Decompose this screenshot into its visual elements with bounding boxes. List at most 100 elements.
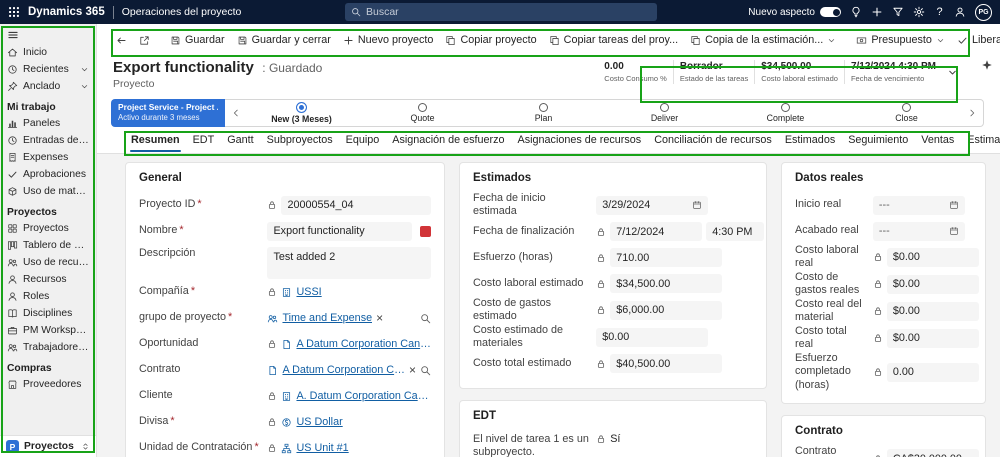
costo-materiales-input[interactable]: $0.00: [596, 327, 709, 347]
area-switcher[interactable]: P Proyectos: [0, 435, 96, 457]
sidebar-item-pm-workspace[interactable]: PM Workspace: [0, 322, 96, 339]
costo-laboral-input[interactable]: $34,500.00: [610, 274, 723, 294]
tab-seguimiento[interactable]: Seguimiento: [847, 128, 909, 152]
global-search[interactable]: [345, 3, 657, 21]
esfuerzo-input[interactable]: 710.00: [610, 248, 723, 268]
descripcion-input[interactable]: Test added 2: [267, 247, 431, 279]
tab-estimaciones-de-gastos[interactable]: Estimaciones de gastos: [966, 128, 1000, 152]
tab-equipo[interactable]: Equipo: [345, 128, 381, 152]
bpf-stage-deliver[interactable]: Deliver: [604, 103, 725, 123]
fecha-inicio-input[interactable]: 3/29/2024: [596, 195, 709, 215]
module-name[interactable]: Operaciones del proyecto: [122, 6, 242, 18]
lightbulb-icon[interactable]: [850, 6, 862, 18]
header-collapse-chevron-icon[interactable]: [947, 67, 958, 78]
save-button[interactable]: Guardar: [165, 30, 230, 50]
cliente-link[interactable]: A. Datum Corporation Canada: [296, 390, 431, 402]
calendar-icon[interactable]: [692, 200, 702, 210]
bpf-next-stage-icon[interactable]: [967, 108, 977, 118]
inicio-real-input[interactable]: ---: [872, 195, 965, 215]
copy-project-button[interactable]: Copiar proyecto: [440, 30, 541, 50]
bpf-stage-complete[interactable]: Complete: [725, 103, 846, 123]
sidebar-item-disciplines[interactable]: Disciplines: [0, 305, 96, 322]
header-field-fecha-vencimiento[interactable]: 7/12/2024 4:30 PM Fecha de vencimiento: [843, 60, 942, 84]
copilot-icon[interactable]: [981, 59, 993, 71]
tab-conciliacion-de-recursos[interactable]: Conciliación de recursos: [653, 128, 773, 152]
bpf-process-badge[interactable]: Project Service - Project ... Activo dur…: [111, 99, 225, 127]
nombre-input[interactable]: Export functionality: [267, 221, 412, 241]
help-icon[interactable]: ?: [934, 6, 945, 18]
sidebar-item-inicio[interactable]: Inicio: [0, 44, 96, 61]
sidebar-item-recientes[interactable]: Recientes: [0, 61, 96, 78]
app-name[interactable]: Dynamics 365: [28, 6, 105, 18]
tab-resumen[interactable]: Resumen: [130, 128, 181, 152]
remove-value-icon[interactable]: ×: [376, 312, 383, 324]
tab-subproyectos[interactable]: Subproyectos: [266, 128, 334, 152]
bpf-previous-stage-icon[interactable]: [231, 108, 241, 118]
popout-button[interactable]: [134, 31, 155, 50]
contrato-link[interactable]: A Datum Corporation Canada2: [282, 364, 405, 376]
divisa-link[interactable]: US Dollar: [296, 416, 342, 428]
waffle-icon[interactable]: [8, 6, 20, 18]
header-field-costo-consumo[interactable]: 0.00 Costo Consumo %: [598, 60, 673, 84]
grupo-proyecto-link[interactable]: Time and Expense: [282, 312, 372, 324]
esfuerzo-completado-input[interactable]: 0.00: [886, 362, 979, 382]
save-and-close-button[interactable]: Guardar y cerrar: [232, 30, 336, 50]
global-search-input[interactable]: [366, 6, 651, 18]
tab-estimados[interactable]: Estimados: [784, 128, 836, 152]
settings-gear-icon[interactable]: [913, 6, 925, 18]
copy-estimate-button[interactable]: Copia de la estimación...: [685, 30, 841, 50]
chevron-down-icon[interactable]: [80, 65, 89, 74]
contrato-original-input[interactable]: CA$30,000.00: [886, 449, 979, 457]
costo-gastos-reales-input[interactable]: $0.00: [886, 274, 979, 294]
release-button[interactable]: Liberar: [952, 30, 1000, 50]
sidebar-item-uso-de-recursos[interactable]: Uso de recursos: [0, 254, 96, 271]
budget-button[interactable]: Presupuesto: [851, 30, 950, 50]
filter-icon[interactable]: [892, 6, 904, 18]
sidebar-item-trabajadores-contingentes[interactable]: Trabajadores cont...: [0, 339, 96, 356]
tab-edt[interactable]: EDT: [192, 128, 216, 152]
sidebar-item-roles[interactable]: Roles: [0, 288, 96, 305]
fecha-finalizacion-time[interactable]: 4:30 PM: [706, 222, 765, 242]
sidebar-item-recursos[interactable]: Recursos: [0, 271, 96, 288]
sidebar-item-proveedores[interactable]: Proveedores: [0, 376, 96, 393]
sidebar-item-tablero-de-programacion[interactable]: Tablero de progra...: [0, 237, 96, 254]
header-field-costo-laboral[interactable]: $34,500.00 Costo laboral estimado: [754, 60, 844, 84]
chevron-down-icon[interactable]: [80, 82, 89, 91]
nivel-tarea-value[interactable]: Sí: [610, 433, 620, 445]
fecha-finalizacion-date[interactable]: 7/12/2024: [610, 222, 703, 242]
proyecto-id-input[interactable]: 20000554_04: [281, 195, 431, 215]
copy-project-tasks-button[interactable]: Copiar tareas del proy...: [544, 30, 683, 50]
tab-asignacion-de-esfuerzo[interactable]: Asignación de esfuerzo: [391, 128, 505, 152]
tab-asignaciones-de-recursos[interactable]: Asignaciones de recursos: [517, 128, 643, 152]
tab-ventas[interactable]: Ventas: [920, 128, 955, 152]
calendar-icon[interactable]: [949, 226, 959, 236]
lookup-search-icon[interactable]: [420, 313, 431, 324]
costo-total-real-input[interactable]: $0.00: [886, 328, 979, 348]
sidebar-item-entradas-de-tiempo[interactable]: Entradas de tiempo: [0, 132, 96, 149]
back-button[interactable]: [111, 31, 132, 50]
sidebar-item-proyectos[interactable]: Proyectos: [0, 220, 96, 237]
remove-value-icon[interactable]: ×: [409, 364, 416, 376]
acabado-real-input[interactable]: ---: [872, 221, 965, 241]
costo-total-input[interactable]: $40,500.00: [610, 354, 723, 374]
nav-hamburger-button[interactable]: [0, 26, 96, 44]
sidebar-item-anclado[interactable]: Anclado: [0, 78, 96, 95]
compania-link[interactable]: USSI: [296, 286, 321, 298]
bpf-stage-quote[interactable]: Quote: [362, 103, 483, 123]
sidebar-item-uso-de-materiales[interactable]: Uso de materiales: [0, 183, 96, 200]
sidebar-item-expenses[interactable]: Expenses: [0, 149, 96, 166]
costo-gastos-input[interactable]: $6,000.00: [610, 300, 723, 320]
avatar[interactable]: PG: [975, 3, 992, 21]
user-icon[interactable]: [954, 6, 966, 18]
quick-create-plus-icon[interactable]: [871, 6, 883, 18]
new-look-toggle[interactable]: [820, 7, 841, 17]
bpf-stage-new[interactable]: New (3 Meses): [241, 102, 362, 124]
sidebar-item-paneles[interactable]: Paneles: [0, 115, 96, 132]
tab-gantt[interactable]: Gantt: [226, 128, 254, 152]
sidebar-item-aprobaciones[interactable]: Aprobaciones: [0, 166, 96, 183]
costo-real-material-input[interactable]: $0.00: [886, 301, 979, 321]
oportunidad-link[interactable]: A Datum Corporation Canada2: [296, 338, 431, 350]
bpf-stage-plan[interactable]: Plan: [483, 103, 604, 123]
costo-laboral-real-input[interactable]: $0.00: [886, 247, 979, 267]
new-project-button[interactable]: Nuevo proyecto: [338, 30, 439, 50]
